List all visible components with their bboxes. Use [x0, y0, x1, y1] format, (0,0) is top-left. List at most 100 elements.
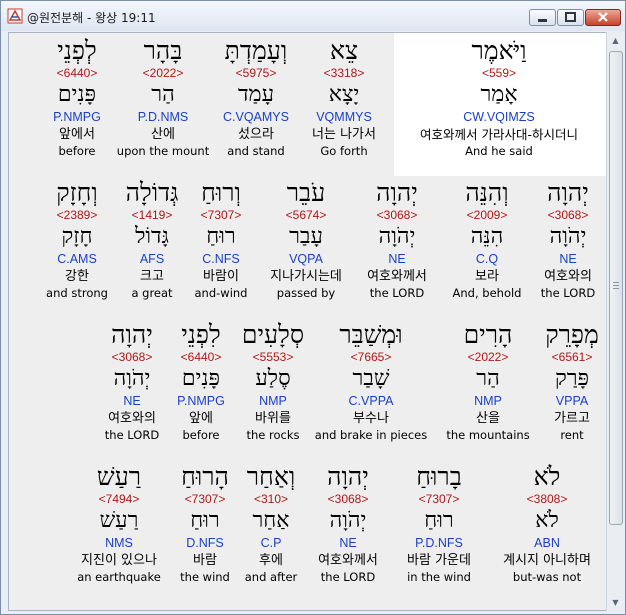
english-gloss: but-was not	[512, 570, 582, 584]
minimize-icon	[538, 19, 547, 22]
parsing-code: VQMMYS	[316, 110, 372, 124]
word-entry[interactable]: רַעַשׁ <7494> רַעַשׁ NMS 지진이 있으나 an eart…	[69, 462, 169, 585]
parsing-code: ABN	[534, 536, 560, 550]
korean-gloss: 여호와께서	[318, 553, 378, 568]
lemma: יְהֹוָה	[549, 224, 587, 249]
strong-number[interactable]: <559>	[394, 66, 604, 80]
hebrew-word: עֹבֵר	[286, 178, 326, 207]
korean-gloss: 가르고	[554, 411, 590, 426]
scroll-down-arrow-icon[interactable]: ▼	[607, 594, 624, 611]
parsing-code: NE	[559, 252, 577, 266]
lemma: לֹא	[535, 508, 559, 533]
english-gloss: upon the mount	[116, 144, 210, 158]
english-gloss: passed by	[276, 286, 336, 300]
vertical-scrollbar[interactable]: ▲ ▼	[606, 32, 624, 611]
lemma: יְהֹוָה	[329, 508, 367, 533]
word-entry[interactable]: מְפָרֵק <6561> פָּרַק VPPA 가르고 rent	[522, 320, 607, 443]
hebrew-word: רַעַשׁ	[96, 462, 142, 491]
strong-number[interactable]: <3808>	[487, 492, 607, 506]
strong-number[interactable]: <3068>	[298, 492, 398, 506]
lemma: רוּחַ	[424, 508, 454, 533]
english-gloss: rent	[560, 428, 584, 442]
strong-number[interactable]: <6440>	[27, 66, 127, 80]
word-entry-selected[interactable]: וַיֹּאמֶר <559> אָמַר CW.VQIMZS 여호와께서 가라…	[394, 36, 604, 159]
word-entry[interactable]: וּמְשַׁבֵּר <7665> שָׁבַר C.VPPA 부수나 and…	[296, 320, 446, 443]
strong-number[interactable]: <5674>	[256, 208, 356, 222]
hebrew-word: צֵא	[329, 36, 359, 65]
korean-gloss: 바람 가운데	[407, 553, 471, 568]
hebrew-word: יְהוָה	[547, 178, 589, 207]
parsing-code: NMS	[105, 536, 133, 550]
strong-number[interactable]: <3068>	[518, 208, 607, 222]
app-icon	[7, 8, 23, 24]
word-entry[interactable]: בָּהָר <2022> הַר P.D.NMS 산에 upon the mo…	[113, 36, 213, 159]
word-entry[interactable]: וְעָמַדְתָּ <5975> עָמַד C.VQAMYS 섰으라 an…	[206, 36, 306, 159]
lemma: פָּרַק	[554, 366, 590, 391]
app-window: @원전분해 - 왕상 19:11 לְפְנֵי <6440> פָּנִים …	[0, 0, 626, 615]
verse-analysis-pane[interactable]: לְפְנֵי <6440> פָּנִים P.NMPG 앞에서 before…	[8, 32, 608, 611]
english-gloss: the LORD	[369, 286, 425, 300]
korean-gloss: 계시지 아니하며	[503, 553, 591, 568]
strong-number[interactable]: <3318>	[294, 66, 394, 80]
english-gloss: And he said	[465, 144, 533, 158]
korean-gloss: 너는 나가서	[312, 127, 376, 142]
english-gloss: in the wind	[407, 570, 471, 584]
close-icon	[598, 12, 608, 22]
english-gloss: and brake in pieces	[314, 428, 428, 442]
hebrew-word: יְהוָה	[327, 462, 369, 491]
lemma: הַר	[151, 82, 175, 107]
parsing-code: VPPA	[555, 394, 589, 408]
parsing-code: P.D.NFS	[415, 536, 463, 550]
minimize-button[interactable]	[529, 9, 556, 26]
title-bar[interactable]: @원전분해 - 왕상 19:11	[1, 1, 625, 31]
korean-gloss: 섰으라	[238, 127, 274, 142]
close-button[interactable]	[585, 9, 621, 26]
lemma: יָצָא	[328, 82, 360, 107]
hebrew-word: וְעָמַדְתָּ	[224, 36, 288, 65]
maximize-icon	[565, 12, 576, 22]
korean-gloss: 여호와께서	[367, 269, 427, 284]
hebrew-word: לֹא	[533, 462, 561, 491]
english-gloss: and stand	[227, 144, 285, 158]
english-gloss: the LORD	[540, 286, 596, 300]
strong-number[interactable]: <7665>	[296, 350, 446, 364]
hebrew-word: וַיֹּאמֶר	[471, 36, 527, 65]
strong-number[interactable]: <3068>	[347, 208, 447, 222]
strong-number[interactable]: <5975>	[206, 66, 306, 80]
word-entry[interactable]: יְהוָה <3068> יְהֹוָה NE 여호와의 the LORD	[518, 178, 607, 301]
word-entry[interactable]: יְהוָה <3068> יְהֹוָה NE 여호와께서 the LORD	[298, 462, 398, 585]
lemma: עָמַד	[237, 82, 275, 107]
english-gloss: Go forth	[320, 144, 368, 158]
parsing-code: NE	[388, 252, 406, 266]
parsing-code: NE	[339, 536, 357, 550]
scroll-thumb[interactable]	[609, 51, 623, 525]
word-entry[interactable]: לֹא <3808> לֹא ABN 계시지 아니하며 but-was not	[487, 462, 607, 585]
hebrew-word: לְפְנֵי	[57, 36, 97, 65]
lemma: שָׁבַר	[352, 366, 390, 391]
word-entry[interactable]: לְפְנֵי <6440> פָּנִים P.NMPG 앞에서 before	[27, 36, 127, 159]
word-entry[interactable]: צֵא <3318> יָצָא VQMMYS 너는 나가서 Go forth	[294, 36, 394, 159]
lemma: עָבַר	[289, 224, 323, 249]
korean-gloss: 산에	[151, 127, 175, 142]
scroll-up-arrow-icon[interactable]: ▲	[607, 32, 624, 49]
maximize-button[interactable]	[557, 9, 584, 26]
strong-number[interactable]: <2022>	[113, 66, 213, 80]
word-entry[interactable]: יְהוָה <3068> יְהֹוָה NE 여호와께서 the LORD	[347, 178, 447, 301]
grip-line	[613, 282, 619, 283]
hebrew-word: וּמְשַׁבֵּר	[339, 320, 403, 349]
parsing-code: P.NMPG	[53, 110, 101, 124]
english-gloss: before	[58, 144, 96, 158]
strong-number[interactable]: <6561>	[522, 350, 607, 364]
english-gloss: an earthquake	[77, 570, 161, 584]
word-entry[interactable]: בָרוּחַ <7307> רוּחַ P.D.NFS 바람 가운데 in t…	[389, 462, 489, 585]
strong-number[interactable]: <7494>	[69, 492, 169, 506]
korean-gloss: 여호와께서 가라사대-하시더니	[420, 127, 578, 142]
lemma: רַעַשׁ	[99, 508, 139, 533]
word-entry[interactable]: עֹבֵר <5674> עָבַר VQPA 지나가시는데 passed by	[256, 178, 356, 301]
hebrew-word: בָרוּחַ	[416, 462, 462, 491]
hebrew-word: בָּהָר	[143, 36, 183, 65]
grip-line	[613, 288, 619, 289]
lemma: יְהֹוָה	[378, 224, 416, 249]
parsing-code: CW.VQIMZS	[463, 110, 535, 124]
strong-number[interactable]: <7307>	[389, 492, 489, 506]
